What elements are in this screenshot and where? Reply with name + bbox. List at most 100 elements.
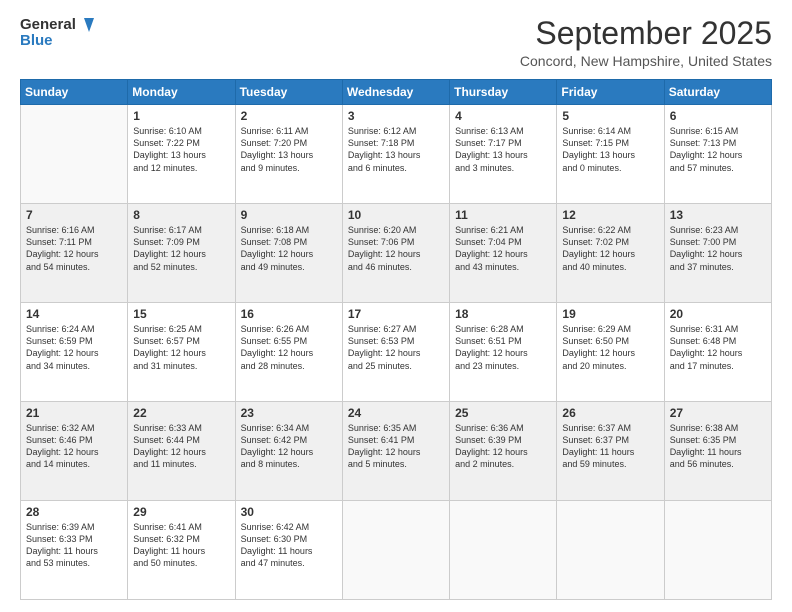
cell-info: and 47 minutes. — [241, 557, 337, 569]
table-row: 17Sunrise: 6:27 AMSunset: 6:53 PMDayligh… — [342, 303, 449, 402]
table-row: 27Sunrise: 6:38 AMSunset: 6:35 PMDayligh… — [664, 402, 771, 501]
col-friday: Friday — [557, 80, 664, 105]
cell-info: Sunrise: 6:31 AM — [670, 323, 766, 335]
cell-info: Sunset: 7:04 PM — [455, 236, 551, 248]
cell-info: Sunset: 7:20 PM — [241, 137, 337, 149]
table-row: 22Sunrise: 6:33 AMSunset: 6:44 PMDayligh… — [128, 402, 235, 501]
cell-info: and 31 minutes. — [133, 360, 229, 372]
header: General Blue September 2025 Concord, New… — [20, 16, 772, 69]
table-row — [342, 501, 449, 600]
calendar-week-row: 14Sunrise: 6:24 AMSunset: 6:59 PMDayligh… — [21, 303, 772, 402]
cell-info: Sunrise: 6:39 AM — [26, 521, 122, 533]
cell-info: Daylight: 12 hours — [26, 446, 122, 458]
table-row — [664, 501, 771, 600]
cell-info: and 43 minutes. — [455, 261, 551, 273]
cell-info: Daylight: 11 hours — [26, 545, 122, 557]
cell-info: Sunset: 6:51 PM — [455, 335, 551, 347]
cell-info: and 6 minutes. — [348, 162, 444, 174]
day-number: 25 — [455, 406, 551, 420]
cell-info: Sunset: 7:17 PM — [455, 137, 551, 149]
cell-info: and 34 minutes. — [26, 360, 122, 372]
cell-info: Sunrise: 6:23 AM — [670, 224, 766, 236]
day-number: 11 — [455, 208, 551, 222]
table-row: 25Sunrise: 6:36 AMSunset: 6:39 PMDayligh… — [450, 402, 557, 501]
cell-info: Daylight: 12 hours — [241, 347, 337, 359]
day-number: 14 — [26, 307, 122, 321]
day-number: 23 — [241, 406, 337, 420]
cell-info: Sunrise: 6:12 AM — [348, 125, 444, 137]
cell-info: Daylight: 13 hours — [455, 149, 551, 161]
table-row — [450, 501, 557, 600]
cell-info: Sunrise: 6:34 AM — [241, 422, 337, 434]
cell-info: Sunrise: 6:20 AM — [348, 224, 444, 236]
cell-info: Sunrise: 6:21 AM — [455, 224, 551, 236]
table-row: 24Sunrise: 6:35 AMSunset: 6:41 PMDayligh… — [342, 402, 449, 501]
table-row: 19Sunrise: 6:29 AMSunset: 6:50 PMDayligh… — [557, 303, 664, 402]
cell-info: Daylight: 12 hours — [455, 347, 551, 359]
table-row: 14Sunrise: 6:24 AMSunset: 6:59 PMDayligh… — [21, 303, 128, 402]
table-row: 18Sunrise: 6:28 AMSunset: 6:51 PMDayligh… — [450, 303, 557, 402]
table-row: 23Sunrise: 6:34 AMSunset: 6:42 PMDayligh… — [235, 402, 342, 501]
calendar-week-row: 7Sunrise: 6:16 AMSunset: 7:11 PMDaylight… — [21, 204, 772, 303]
cell-info: Daylight: 12 hours — [241, 446, 337, 458]
day-number: 9 — [241, 208, 337, 222]
cell-info: Sunset: 6:33 PM — [26, 533, 122, 545]
cell-info: Sunrise: 6:37 AM — [562, 422, 658, 434]
cell-info: Sunrise: 6:36 AM — [455, 422, 551, 434]
cell-info: Daylight: 13 hours — [562, 149, 658, 161]
table-row: 29Sunrise: 6:41 AMSunset: 6:32 PMDayligh… — [128, 501, 235, 600]
cell-info: Daylight: 12 hours — [348, 347, 444, 359]
day-number: 8 — [133, 208, 229, 222]
page: General Blue September 2025 Concord, New… — [0, 0, 792, 612]
table-row — [557, 501, 664, 600]
cell-info: and 8 minutes. — [241, 458, 337, 470]
cell-info: Daylight: 12 hours — [133, 248, 229, 260]
calendar-week-row: 21Sunrise: 6:32 AMSunset: 6:46 PMDayligh… — [21, 402, 772, 501]
cell-info: Sunrise: 6:32 AM — [26, 422, 122, 434]
cell-info: Daylight: 12 hours — [348, 446, 444, 458]
day-number: 10 — [348, 208, 444, 222]
cell-info: Sunset: 6:50 PM — [562, 335, 658, 347]
table-row: 6Sunrise: 6:15 AMSunset: 7:13 PMDaylight… — [664, 105, 771, 204]
col-tuesday: Tuesday — [235, 80, 342, 105]
day-number: 21 — [26, 406, 122, 420]
cell-info: and 28 minutes. — [241, 360, 337, 372]
day-number: 7 — [26, 208, 122, 222]
table-row: 5Sunrise: 6:14 AMSunset: 7:15 PMDaylight… — [557, 105, 664, 204]
day-number: 12 — [562, 208, 658, 222]
cell-info: Sunset: 6:41 PM — [348, 434, 444, 446]
title-block: September 2025 Concord, New Hampshire, U… — [520, 16, 772, 69]
day-number: 1 — [133, 109, 229, 123]
cell-info: Daylight: 13 hours — [241, 149, 337, 161]
table-row: 7Sunrise: 6:16 AMSunset: 7:11 PMDaylight… — [21, 204, 128, 303]
table-row: 15Sunrise: 6:25 AMSunset: 6:57 PMDayligh… — [128, 303, 235, 402]
cell-info: and 11 minutes. — [133, 458, 229, 470]
month-title: September 2025 — [520, 16, 772, 51]
calendar-header-row: Sunday Monday Tuesday Wednesday Thursday… — [21, 80, 772, 105]
col-saturday: Saturday — [664, 80, 771, 105]
cell-info: Daylight: 12 hours — [455, 248, 551, 260]
cell-info: Sunrise: 6:14 AM — [562, 125, 658, 137]
cell-info: Sunset: 7:13 PM — [670, 137, 766, 149]
cell-info: Sunset: 6:35 PM — [670, 434, 766, 446]
cell-info: Daylight: 11 hours — [241, 545, 337, 557]
day-number: 17 — [348, 307, 444, 321]
cell-info: Sunset: 6:55 PM — [241, 335, 337, 347]
cell-info: and 2 minutes. — [455, 458, 551, 470]
day-number: 4 — [455, 109, 551, 123]
cell-info: Sunrise: 6:25 AM — [133, 323, 229, 335]
day-number: 6 — [670, 109, 766, 123]
cell-info: Sunrise: 6:41 AM — [133, 521, 229, 533]
table-row: 13Sunrise: 6:23 AMSunset: 7:00 PMDayligh… — [664, 204, 771, 303]
cell-info: Daylight: 12 hours — [670, 347, 766, 359]
cell-info: Daylight: 12 hours — [26, 347, 122, 359]
cell-info: and 23 minutes. — [455, 360, 551, 372]
cell-info: Sunrise: 6:26 AM — [241, 323, 337, 335]
day-number: 19 — [562, 307, 658, 321]
cell-info: and 14 minutes. — [26, 458, 122, 470]
day-number: 16 — [241, 307, 337, 321]
cell-info: and 25 minutes. — [348, 360, 444, 372]
cell-info: and 49 minutes. — [241, 261, 337, 273]
day-number: 20 — [670, 307, 766, 321]
cell-info: Daylight: 13 hours — [133, 149, 229, 161]
